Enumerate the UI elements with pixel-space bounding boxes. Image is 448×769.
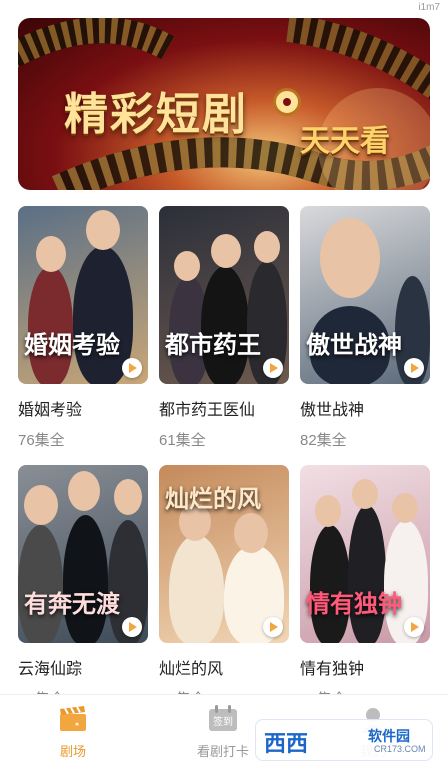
show-card[interactable]: 都市药王 都市药王医仙 61集全 — [159, 206, 289, 451]
site-watermark: 西西 软件园 CR173.COM — [255, 719, 433, 761]
show-card[interactable]: 婚姻考验 婚姻考验 76集全 — [18, 206, 148, 451]
episode-count: 76集全 — [18, 432, 65, 449]
show-poster[interactable]: 灿烂的风 — [159, 465, 289, 643]
show-title: 都市药王医仙 — [159, 402, 256, 419]
show-poster[interactable]: 情有独钟 — [300, 465, 430, 643]
show-title: 傲世战神 — [300, 402, 365, 419]
status-tag: i1m7 — [418, 2, 440, 13]
checkin-calendar-icon: 签到 — [207, 703, 239, 735]
episode-count: 82集全 — [300, 432, 347, 449]
poster-title: 情有独钟 — [306, 592, 402, 618]
show-poster[interactable]: 婚姻考验 — [18, 206, 148, 384]
show-poster[interactable]: 有奔无渡 — [18, 465, 148, 643]
film-reel-icon — [273, 88, 301, 116]
show-title: 情有独钟 — [300, 661, 365, 678]
banner-carousel[interactable]: 精彩短剧 天天看 — [18, 18, 430, 190]
poster-title: 有奔无渡 — [24, 592, 120, 618]
play-icon[interactable] — [263, 358, 283, 378]
tab-theater[interactable]: 剧场 — [18, 703, 128, 760]
poster-title: 傲世战神 — [306, 333, 402, 359]
play-icon[interactable] — [404, 358, 424, 378]
show-poster[interactable]: 傲世战神 — [300, 206, 430, 384]
show-card[interactable]: 情有独钟 情有独钟 92集全 — [300, 465, 430, 710]
show-title: 灿烂的风 — [159, 661, 224, 678]
banner-title: 精彩短剧 — [64, 90, 248, 139]
clapperboard-icon — [57, 703, 89, 735]
poster-title: 都市药王 — [165, 333, 261, 359]
play-icon[interactable] — [404, 617, 424, 637]
play-icon[interactable] — [122, 617, 142, 637]
show-poster[interactable]: 都市药王 — [159, 206, 289, 384]
show-card[interactable]: 傲世战神 傲世战神 82集全 — [300, 206, 430, 451]
show-title: 婚姻考验 — [18, 402, 83, 419]
show-title: 云海仙踪 — [18, 661, 83, 678]
tab-label: 剧场 — [59, 744, 86, 759]
poster-title: 婚姻考验 — [24, 333, 120, 359]
watermark-name: 软件园 — [368, 728, 410, 744]
show-grid: 婚姻考验 婚姻考验 76集全 都市药王 都市药王医仙 61集全 傲世战神 傲世战… — [18, 206, 430, 710]
checkin-badge-text: 签到 — [213, 715, 233, 728]
watermark-logo: 西西 — [264, 731, 309, 756]
play-icon[interactable] — [263, 617, 283, 637]
show-card[interactable]: 灿烂的风 灿烂的风 62集全 — [159, 465, 289, 710]
poster-title: 灿烂的风 — [165, 487, 261, 513]
banner-subtitle: 天天看 — [300, 125, 390, 158]
show-card[interactable]: 有奔无渡 云海仙踪 98集全 — [18, 465, 148, 710]
watermark-url: CR173.COM — [374, 744, 426, 754]
play-icon[interactable] — [122, 358, 142, 378]
episode-count: 61集全 — [159, 432, 206, 449]
